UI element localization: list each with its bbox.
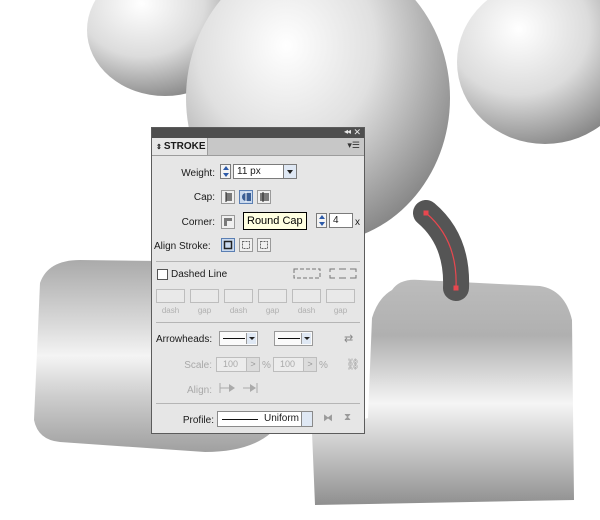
start-scale-unit: % [262, 360, 271, 371]
close-icon[interactable]: ✕ [353, 127, 361, 138]
gap-field-1[interactable] [190, 289, 219, 303]
dashed-line-label: Dashed Line [171, 269, 228, 280]
weight-stepper[interactable] [220, 164, 231, 179]
round-cap-icon[interactable] [239, 190, 253, 204]
scale-label: Scale: [184, 360, 212, 371]
swap-arrowheads-icon[interactable]: ⇄ [344, 332, 353, 345]
limit-field[interactable]: 4 [329, 213, 353, 228]
separator [156, 403, 360, 404]
profile-line-preview [222, 419, 258, 420]
dash-label-1: dash [161, 306, 180, 315]
profile-value: Uniform [264, 413, 300, 424]
flip-across-icon[interactable]: ⧗ [344, 412, 351, 423]
start-arrowhead-dropdown[interactable] [219, 331, 258, 346]
gap-label-2: gap [265, 306, 280, 315]
panel-titlebar[interactable]: ◂◂ ✕ [152, 127, 364, 138]
dash-field-3[interactable] [292, 289, 321, 303]
separator [156, 261, 360, 262]
gap-field-3[interactable] [326, 289, 355, 303]
right-ear-sphere [457, 0, 600, 144]
align-dash-corners-icon[interactable] [329, 268, 358, 280]
flip-along-icon[interactable]: ⧓ [323, 413, 333, 424]
gap-field-2[interactable] [258, 289, 287, 303]
limit-suffix: x [355, 217, 360, 228]
align-label: Align: [186, 385, 212, 396]
separator [156, 322, 360, 323]
arrow-tip-beyond-icon[interactable] [219, 381, 237, 395]
end-arrowhead-dropdown[interactable] [274, 331, 313, 346]
end-scale-field[interactable]: 100 [273, 357, 305, 372]
dash-label-3: dash [297, 306, 316, 315]
start-scale-field[interactable]: 100 [216, 357, 248, 372]
end-scale-arrow-icon[interactable]: > [303, 357, 317, 372]
dashed-line-checkbox[interactable] [157, 269, 168, 280]
weight-dropdown[interactable] [283, 164, 297, 179]
profile-dropdown[interactable]: Uniform [217, 411, 313, 427]
dash-field-2[interactable] [224, 289, 253, 303]
align-outside-icon[interactable] [257, 238, 271, 252]
align-stroke-label: Align Stroke: [154, 241, 211, 252]
start-scale-arrow-icon[interactable]: > [246, 357, 260, 372]
arrowheads-label: Arrowheads: [156, 334, 213, 345]
anchor-point-end[interactable] [453, 285, 459, 291]
stroke-panel: ◂◂ ✕ ⇕ STROKE ▾☰ Weight: 11 px Cap: Corne… [151, 127, 365, 434]
align-inside-icon[interactable] [239, 238, 253, 252]
collapse-icon[interactable]: ◂◂ [344, 127, 351, 136]
limit-stepper[interactable] [316, 213, 327, 228]
weight-field[interactable]: 11 px [233, 164, 285, 179]
align-center-icon[interactable] [221, 238, 235, 252]
panel-menu-icon[interactable]: ▾☰ [347, 140, 360, 151]
gap-label-3: gap [333, 306, 348, 315]
dash-field-1[interactable] [156, 289, 185, 303]
panel-tab-row: ⇕ STROKE ▾☰ [152, 138, 364, 156]
miter-join-icon[interactable] [221, 215, 235, 229]
gap-label-1: gap [197, 306, 212, 315]
expand-arrows-icon[interactable]: ⇕ [156, 144, 162, 151]
butt-cap-icon[interactable] [221, 190, 235, 204]
profile-chevron-icon [301, 412, 312, 426]
link-scale-icon[interactable]: ⛓ [346, 358, 360, 371]
weight-label: Weight: [181, 168, 215, 179]
round-cap-tooltip: Round Cap [243, 212, 307, 230]
cap-label: Cap: [193, 192, 215, 203]
projecting-cap-icon[interactable] [257, 190, 271, 204]
anchor-point-start[interactable] [423, 210, 429, 216]
corner-label: Corner: [181, 217, 215, 228]
tab-stroke[interactable]: ⇕ STROKE [152, 138, 208, 155]
tab-stroke-label: STROKE [163, 141, 206, 152]
arrow-tip-at-end-icon[interactable] [242, 381, 260, 395]
preserve-dash-icon[interactable] [293, 268, 322, 280]
dash-label-2: dash [229, 306, 248, 315]
end-scale-unit: % [319, 360, 328, 371]
profile-label: Profile: [182, 415, 214, 426]
